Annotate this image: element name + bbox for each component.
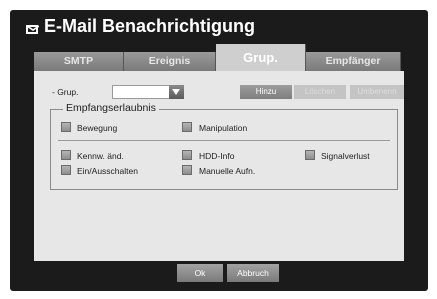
tab-smtp[interactable]: SMTP — [34, 52, 124, 71]
checkbox-label: HDD-Info — [199, 151, 235, 161]
ok-button[interactable]: Ok — [177, 264, 223, 282]
checkbox-manipulation[interactable] — [182, 122, 192, 132]
permissions-groupbox — [50, 109, 398, 190]
checkbox-label: Signalverlust — [321, 151, 370, 161]
cancel-button[interactable]: Abbruch — [227, 264, 279, 282]
checkbox-kennw-aend[interactable] — [61, 150, 71, 160]
checkbox-label: Manuelle Aufn. — [199, 166, 256, 176]
checkbox-manuelle-aufn[interactable] — [182, 165, 192, 175]
delete-group-button[interactable]: Löschen — [294, 85, 346, 99]
permissions-title: Empfangserlaubnis — [63, 102, 159, 114]
checkbox-signalverlust[interactable] — [305, 150, 315, 160]
chevron-down-icon[interactable] — [169, 85, 184, 99]
rename-group-button[interactable]: Umbenenn — [350, 85, 404, 99]
tab-ereignis[interactable]: Ereignis — [124, 52, 216, 71]
checkbox-hdd-info[interactable] — [182, 150, 192, 160]
checkbox-label: Ein/Ausschalten — [77, 166, 138, 176]
checkbox-label: Bewegung — [77, 123, 118, 133]
envelope-icon — [26, 25, 39, 34]
checkbox-label: Kennw. änd. — [77, 151, 124, 161]
tab-grup[interactable]: Grup. — [216, 44, 306, 71]
divider — [58, 140, 390, 141]
checkbox-label: Manipulation — [199, 123, 248, 133]
checkbox-ein-ausschalten[interactable] — [61, 165, 71, 175]
add-group-button[interactable]: Hinzu — [240, 85, 292, 99]
tab-empfaenger[interactable]: Empfänger — [306, 52, 401, 71]
dialog-title: E-Mail Benachrichtigung — [44, 16, 256, 36]
group-label: - Grup. — [52, 87, 79, 97]
checkbox-bewegung[interactable] — [61, 122, 71, 132]
